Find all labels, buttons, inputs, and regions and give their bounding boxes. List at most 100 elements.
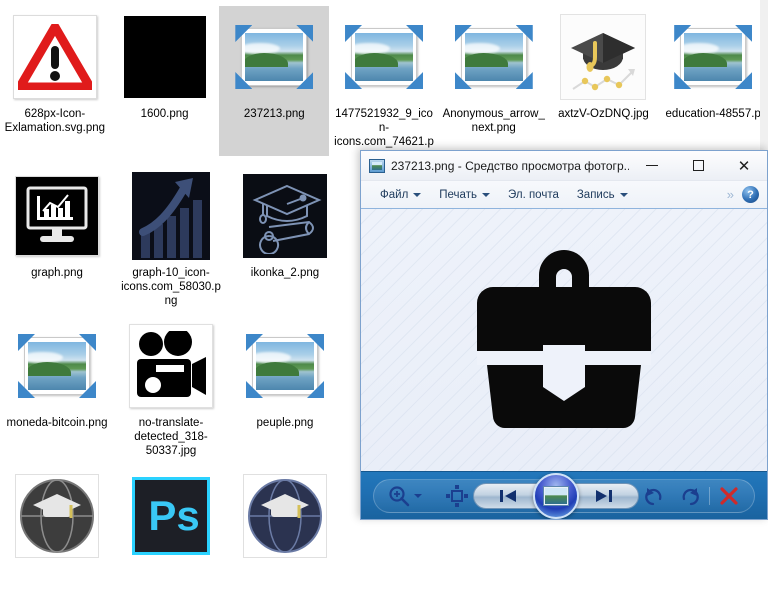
file-label: 237213.png bbox=[243, 108, 305, 120]
zoom-chevron-icon[interactable] bbox=[414, 493, 422, 498]
rotate-left-icon bbox=[645, 487, 662, 505]
delete-button[interactable] bbox=[718, 482, 740, 510]
thumbnail bbox=[9, 321, 105, 411]
graduation-cap-svg bbox=[571, 33, 636, 91]
chevron-down-icon bbox=[481, 192, 490, 197]
menu-label: Эл. почта bbox=[507, 188, 559, 201]
file-item-photoshop[interactable]: Ps bbox=[114, 465, 228, 615]
thumbnail bbox=[117, 12, 213, 102]
viewer-bottom-toolbar[interactable] bbox=[361, 471, 767, 519]
image-canvas[interactable] bbox=[361, 209, 767, 471]
file-item-1477521932[interactable]: 1477521932_9_icon-icons.com_74621.png bbox=[329, 6, 439, 165]
menu-item-file[interactable]: Файл bbox=[371, 184, 430, 206]
sphere-graduation-blue-icon bbox=[243, 474, 327, 558]
bottom-toolbar-inner bbox=[373, 472, 755, 519]
landscape-photo-icon bbox=[674, 25, 753, 89]
thumbnail bbox=[336, 12, 432, 102]
help-button[interactable]: ? bbox=[742, 186, 759, 203]
warning-triangle-svg bbox=[17, 24, 92, 90]
file-label: axtzV-OzDNQ.jpg bbox=[558, 108, 649, 120]
thumbnail bbox=[237, 471, 333, 561]
bar-chart-arrow-icon bbox=[132, 172, 210, 260]
file-label: graph.png bbox=[31, 267, 83, 279]
title-bar[interactable]: 237213.png - Средство просмотра фотогр..… bbox=[361, 151, 767, 181]
warning-triangle-icon bbox=[12, 15, 97, 99]
menu-label: Запись bbox=[576, 188, 615, 201]
overflow-chevron-icon[interactable]: » bbox=[727, 187, 736, 202]
thumbnail bbox=[446, 12, 542, 102]
file-item-black[interactable]: 1600.png bbox=[110, 6, 220, 156]
file-item-no-translate[interactable]: no-translate-detected_318-50337.jpg bbox=[114, 315, 228, 465]
file-item-axtzv[interactable]: axtzV-OzDNQ.jpg bbox=[549, 6, 659, 156]
rotate-right-icon bbox=[682, 487, 699, 505]
menu-item-email[interactable]: Эл. почта bbox=[499, 184, 568, 206]
video-camera-svg bbox=[137, 331, 206, 397]
file-label: 628px-Icon-Exlamation.svg.png bbox=[4, 108, 106, 134]
sphere-graduation-svg bbox=[20, 479, 94, 553]
menu-item-print[interactable]: Печать bbox=[430, 184, 499, 206]
thumbnail bbox=[9, 471, 105, 561]
landscape-photo-icon bbox=[246, 334, 324, 398]
minimize-icon bbox=[646, 165, 658, 166]
landscape-photo-icon bbox=[454, 25, 533, 89]
file-item-237213[interactable]: 237213.png bbox=[219, 6, 330, 156]
file-item-moneda-bitcoin[interactable]: moneda-bitcoin.png bbox=[0, 315, 114, 465]
photoshop-label: Ps bbox=[148, 492, 200, 539]
thumbnail bbox=[123, 321, 219, 411]
landscape-photo-icon bbox=[345, 25, 424, 89]
zoom-button[interactable] bbox=[388, 482, 422, 510]
graduation-cap-chart-icon bbox=[560, 14, 647, 100]
slideshow-play-button[interactable] bbox=[532, 472, 579, 519]
file-label: no-translate-detected_318-50337.jpg bbox=[134, 417, 208, 457]
file-item-education[interactable]: education-48557.p bbox=[658, 6, 768, 156]
maximize-button[interactable] bbox=[675, 151, 721, 180]
previous-icon bbox=[499, 489, 516, 502]
thumbnail bbox=[237, 321, 333, 411]
window-title: 237213.png - Средство просмотра фотогр..… bbox=[391, 158, 629, 173]
thumbnail bbox=[123, 171, 219, 261]
file-item-sphere-gray[interactable] bbox=[0, 465, 114, 615]
delete-icon bbox=[720, 486, 738, 505]
menu-toolbar[interactable]: Файл Печать Эл. почта Запись » ? bbox=[361, 181, 767, 209]
picture-icon bbox=[369, 158, 385, 173]
menu-item-burn[interactable]: Запись bbox=[568, 184, 637, 206]
next-button[interactable] bbox=[568, 482, 639, 509]
menu-label: Печать bbox=[439, 188, 477, 201]
file-label: peuple.png bbox=[256, 417, 314, 429]
thumbnail bbox=[237, 171, 333, 261]
minimize-button[interactable] bbox=[629, 151, 675, 180]
sphere-graduation-icon bbox=[15, 474, 99, 558]
photo-viewer-window[interactable]: 237213.png - Средство просмотра фотогр..… bbox=[360, 150, 768, 520]
fit-to-window-icon bbox=[446, 484, 468, 507]
landscape-photo-icon bbox=[235, 25, 314, 89]
file-item-peuple[interactable]: peuple.png bbox=[228, 315, 342, 465]
maximize-icon bbox=[692, 160, 704, 171]
rotate-left-button[interactable] bbox=[643, 482, 665, 510]
file-item-graph[interactable]: graph.png bbox=[0, 165, 114, 315]
photoshop-icon: Ps bbox=[132, 477, 210, 555]
file-item-sphere-blue[interactable] bbox=[228, 465, 342, 615]
file-label: Anonymous_arrow_next.png bbox=[442, 108, 545, 134]
file-label: moneda-bitcoin.png bbox=[6, 417, 108, 429]
slideshow-play-icon bbox=[542, 485, 569, 506]
video-camera-icon bbox=[129, 324, 213, 408]
cap-diploma-outline-icon bbox=[243, 174, 327, 258]
fit-to-window-button[interactable] bbox=[446, 482, 468, 510]
file-label: graph-10_icon-icons.com_58030.png bbox=[121, 267, 221, 307]
thumbnail bbox=[665, 12, 761, 102]
bar-chart-arrow-svg bbox=[139, 178, 202, 258]
file-item-warning[interactable]: 628px-Icon-Exlamation.svg.png bbox=[0, 6, 110, 156]
menu-label: Файл bbox=[380, 188, 409, 201]
rotate-right-button[interactable] bbox=[679, 482, 701, 510]
black-square-icon bbox=[123, 16, 206, 98]
cap-diploma-svg bbox=[252, 184, 322, 254]
file-item-anonymous-arrow[interactable]: Anonymous_arrow_next.png bbox=[439, 6, 549, 156]
close-button[interactable]: ✕ bbox=[721, 151, 767, 180]
landscape-photo-icon bbox=[18, 334, 96, 398]
file-label: 1600.png bbox=[140, 108, 189, 120]
file-item-graph10[interactable]: graph-10_icon-icons.com_58030.png bbox=[114, 165, 228, 315]
monitor-chart-svg bbox=[26, 186, 88, 242]
file-item-ikonka2[interactable]: ikonka_2.png bbox=[228, 165, 342, 315]
chevron-down-icon bbox=[619, 192, 628, 197]
sphere-graduation-blue-svg bbox=[248, 479, 322, 553]
